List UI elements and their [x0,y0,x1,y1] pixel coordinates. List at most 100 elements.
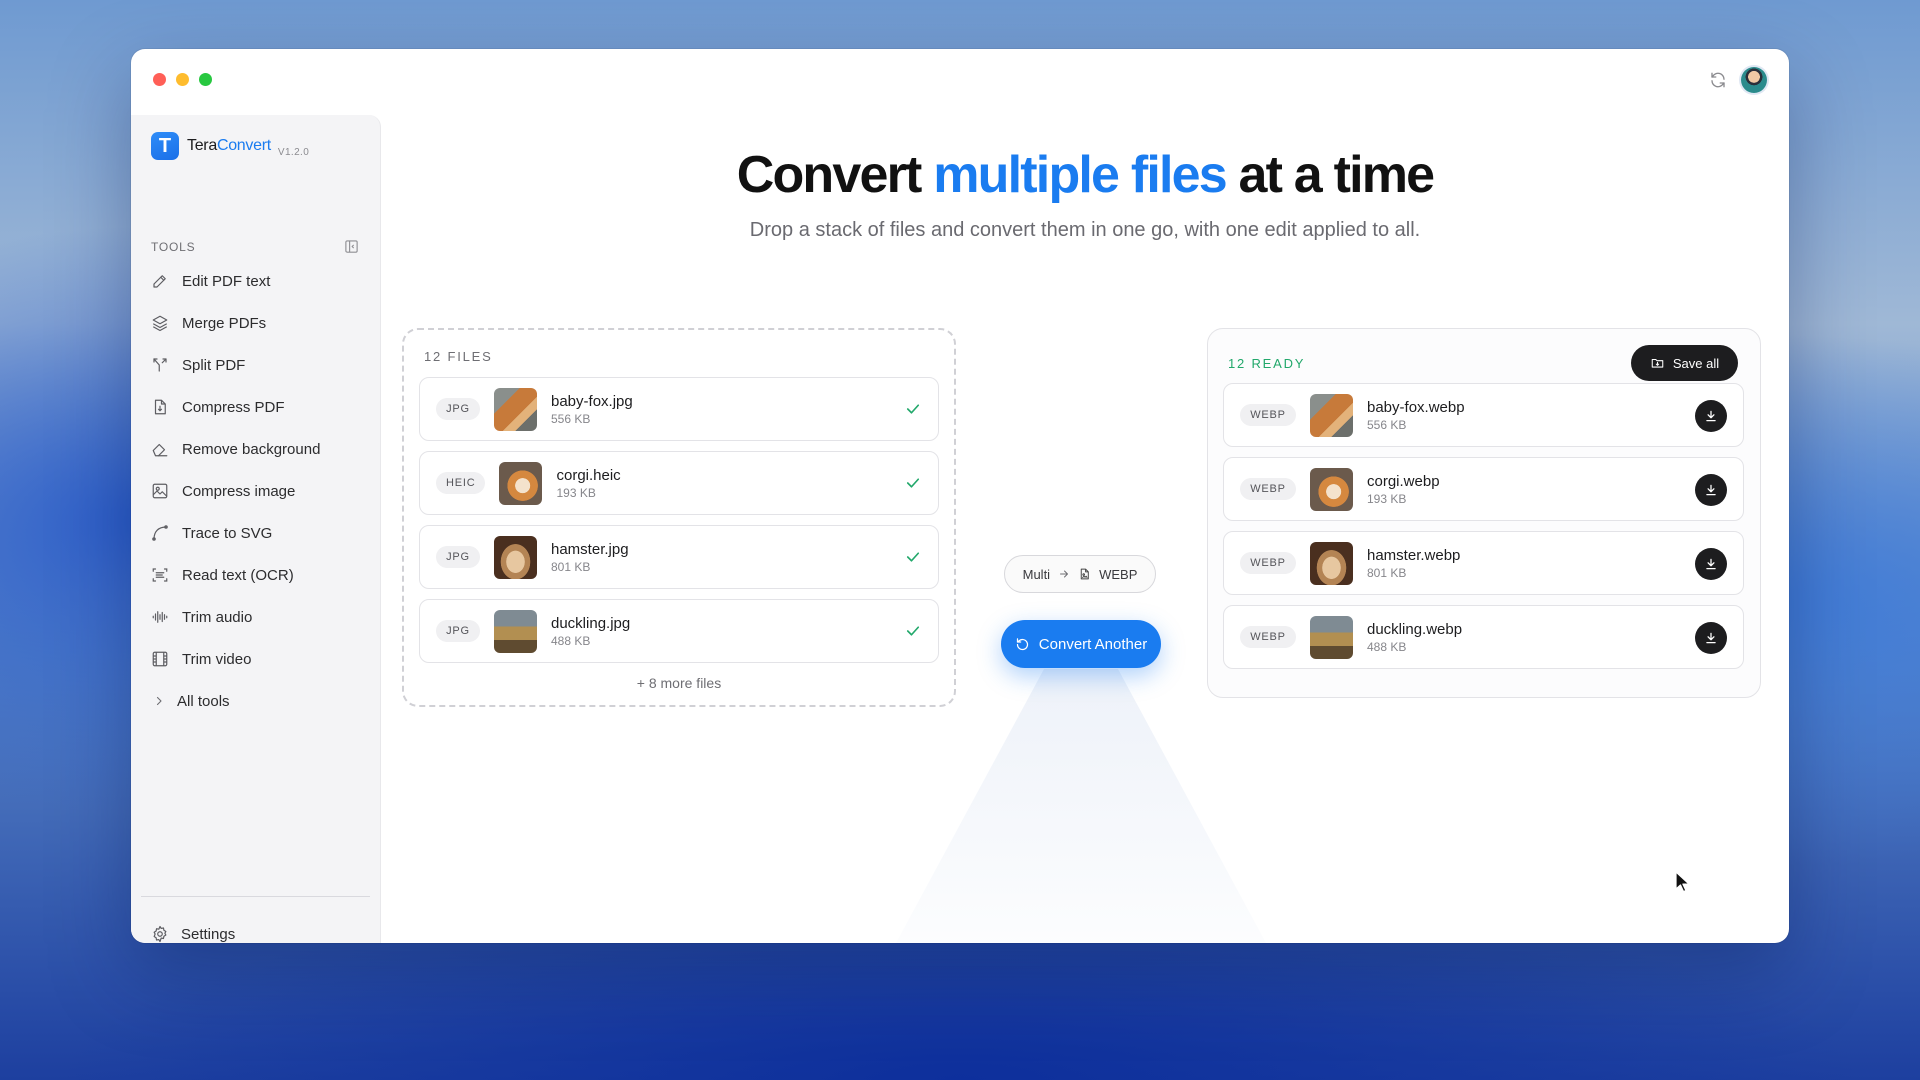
file-size: 488 KB [1367,639,1407,654]
list-item[interactable]: JPG baby-fox.jpg 556 KB [419,377,939,441]
titlebar-actions [1709,67,1767,93]
file-meta: baby-fox.jpg 556 KB [551,393,633,426]
list-item[interactable]: WEBP corgi.webp 193 KB [1223,457,1744,521]
file-size: 556 KB [551,411,591,426]
list-item[interactable]: WEBP hamster.webp 801 KB [1223,531,1744,595]
brand: T TeraConvert V1.2.0 [151,132,309,160]
convert-another-label: Convert Another [1038,635,1148,653]
download-icon [1706,410,1716,422]
app-logo: T [151,132,179,160]
format-badge: WEBP [1240,478,1296,500]
output-files-panel: 12 READY Save all WEBP baby-fox.webp 556… [1207,328,1761,698]
download-button[interactable] [1695,474,1727,506]
sidebar-item-merge-pdfs[interactable]: Merge PDFs [141,302,371,344]
layers-icon [152,315,168,332]
convert-another-button[interactable]: Convert Another [1001,620,1161,668]
sidebar-item-read-text-ocr[interactable]: Read text (OCR) [141,554,371,596]
title-part-pre: Convert [736,146,934,204]
zoom-window-button[interactable] [199,73,212,86]
sidebar-item-label: Split PDF [182,356,246,374]
list-item[interactable]: WEBP baby-fox.webp 556 KB [1223,383,1744,447]
sidebar-item-label: Trim video [182,650,252,668]
list-item[interactable]: JPG hamster.jpg 801 KB [419,525,939,589]
sidebar-item-edit-pdf-text[interactable]: Edit PDF text [141,260,371,302]
file-thumbnail [494,535,537,579]
format-badge: JPG [436,398,480,420]
file-meta: hamster.webp 801 KB [1367,547,1460,580]
sidebar-item-split-pdf[interactable]: Split PDF [141,344,371,386]
file-meta: baby-fox.webp 556 KB [1367,399,1465,432]
save-all-label: Save all [1672,355,1720,371]
sidebar-item-label: Trim audio [182,608,253,626]
bezier-icon [152,525,168,541]
file-name: duckling.jpg [551,614,631,632]
check-icon [906,478,920,488]
sidebar-item-compress-image[interactable]: Compress image [141,470,371,512]
app-window: T TeraConvert V1.2.0 TOOLS Edit PDF text… [131,49,1789,943]
file-meta: duckling.jpg 488 KB [551,615,630,648]
chevron-right-icon [156,696,162,706]
app-name-prefix: Tera [187,137,217,154]
sidebar-item-label: Remove background [182,440,321,458]
format-badge: WEBP [1240,404,1296,426]
sidebar-item-trim-video[interactable]: Trim video [141,638,371,680]
download-icon [1706,484,1716,496]
window-controls [153,73,212,86]
file-size: 193 KB [556,485,596,500]
close-window-button[interactable] [153,73,166,86]
folder-download-icon [1651,358,1664,368]
sidebar-divider [141,896,370,897]
refresh-icon[interactable] [1709,71,1727,89]
gear-icon [153,925,167,943]
sidebar-item-trim-audio[interactable]: Trim audio [141,596,371,638]
download-button[interactable] [1695,622,1727,654]
conversion-beam [896,669,1266,943]
title-highlight: multiple files [933,146,1227,204]
file-name: corgi.webp [1367,472,1440,490]
user-avatar[interactable] [1741,67,1767,93]
format-badge: JPG [436,546,480,568]
source-files-dropzone[interactable]: 12 FILES JPG baby-fox.jpg 556 KB HEIC co… [402,328,956,707]
sidebar-item-remove-background[interactable]: Remove background [141,428,371,470]
title-part-post: at a time [1225,146,1436,204]
app-version: V1.2.0 [277,146,310,158]
file-size: 801 KB [551,559,591,574]
file-name: hamster.jpg [551,540,629,558]
app-name-accent: Convert [216,137,271,154]
file-size: 801 KB [1367,565,1407,580]
list-item[interactable]: HEIC corgi.heic 193 KB [419,451,939,515]
conversion-route[interactable]: Multi WEBP [1004,555,1156,593]
sidebar-item-trace-to-svg[interactable]: Trace to SVG [141,512,371,554]
sidebar-item-compress-pdf[interactable]: Compress PDF [141,386,371,428]
file-compress-icon [154,399,166,415]
sidebar-collapse-icon[interactable] [344,239,359,254]
tools-section-label: TOOLS [151,240,196,254]
pencil-icon [153,275,166,288]
file-thumbnail [499,461,543,505]
more-files-link[interactable]: + 8 more files [404,675,954,691]
mouse-pointer-icon [1675,871,1690,893]
download-button[interactable] [1695,400,1727,432]
download-button[interactable] [1695,548,1727,580]
sidebar-item-all-tools[interactable]: All tools [141,680,371,722]
format-badge: HEIC [436,472,486,494]
file-thumbnail [1310,467,1353,511]
save-all-button[interactable]: Save all [1631,345,1738,381]
file-meta: duckling.webp 488 KB [1367,621,1462,654]
source-files-count: 12 FILES [424,349,493,364]
check-icon [906,626,920,636]
file-meta: corgi.webp 193 KB [1367,473,1440,506]
list-item[interactable]: JPG duckling.jpg 488 KB [419,599,939,663]
file-thumbnail [1310,393,1353,437]
eraser-icon [152,443,168,457]
ready-files-count: 12 READY [1228,356,1306,371]
list-item[interactable]: WEBP duckling.webp 488 KB [1223,605,1744,669]
file-image-icon [1080,568,1089,580]
file-thumbnail [1310,615,1353,659]
arrow-right-icon [1060,570,1069,578]
sidebar-item-label: Read text (OCR) [182,566,294,584]
file-size: 488 KB [551,633,591,648]
minimize-window-button[interactable] [176,73,189,86]
check-icon [906,552,920,562]
sidebar-item-settings[interactable]: Settings [151,925,235,943]
